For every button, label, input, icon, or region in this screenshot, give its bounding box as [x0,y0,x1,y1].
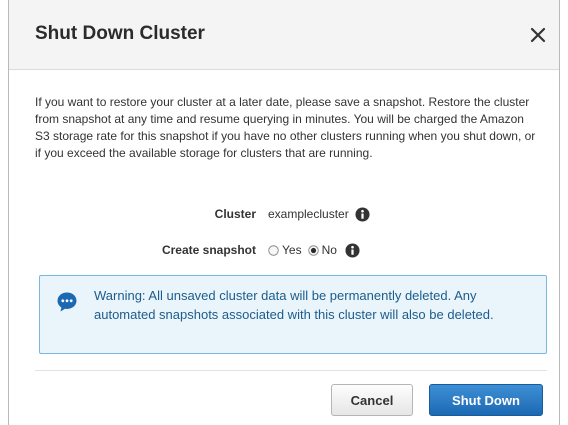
shut-down-button[interactable]: Shut Down [429,384,543,416]
snapshot-no-option[interactable]: No [307,243,337,257]
radio-unchecked-icon[interactable] [268,244,279,256]
shut-down-cluster-dialog: Shut Down Cluster If you want to restore… [8,0,560,425]
cluster-value: examplecluster [268,207,349,221]
cancel-button[interactable]: Cancel [331,384,413,416]
snapshot-yes-option[interactable]: Yes [268,243,302,257]
snapshot-no-label: No [321,243,337,257]
create-snapshot-row: Create snapshot Yes No [9,241,561,259]
close-icon[interactable] [529,26,547,44]
dialog-header: Shut Down Cluster [9,0,559,70]
cluster-label: Cluster [214,207,256,221]
snapshot-yes-label: Yes [282,243,302,257]
info-icon[interactable] [355,206,370,222]
radio-checked-icon[interactable] [307,244,319,256]
warning-alert: Warning: All unsaved cluster data will b… [39,275,547,354]
create-snapshot-label: Create snapshot [161,243,256,257]
info-icon[interactable] [345,242,360,258]
dialog-description: If you want to restore your cluster at a… [35,95,536,160]
cluster-row: Cluster examplecluster [9,205,561,223]
footer-divider [35,370,547,371]
chat-bubble-icon [57,292,77,312]
warning-text: Warning: All unsaved cluster data will b… [94,288,494,322]
dialog-title: Shut Down Cluster [35,23,205,44]
snapshot-radio-group: Yes No [268,243,343,257]
